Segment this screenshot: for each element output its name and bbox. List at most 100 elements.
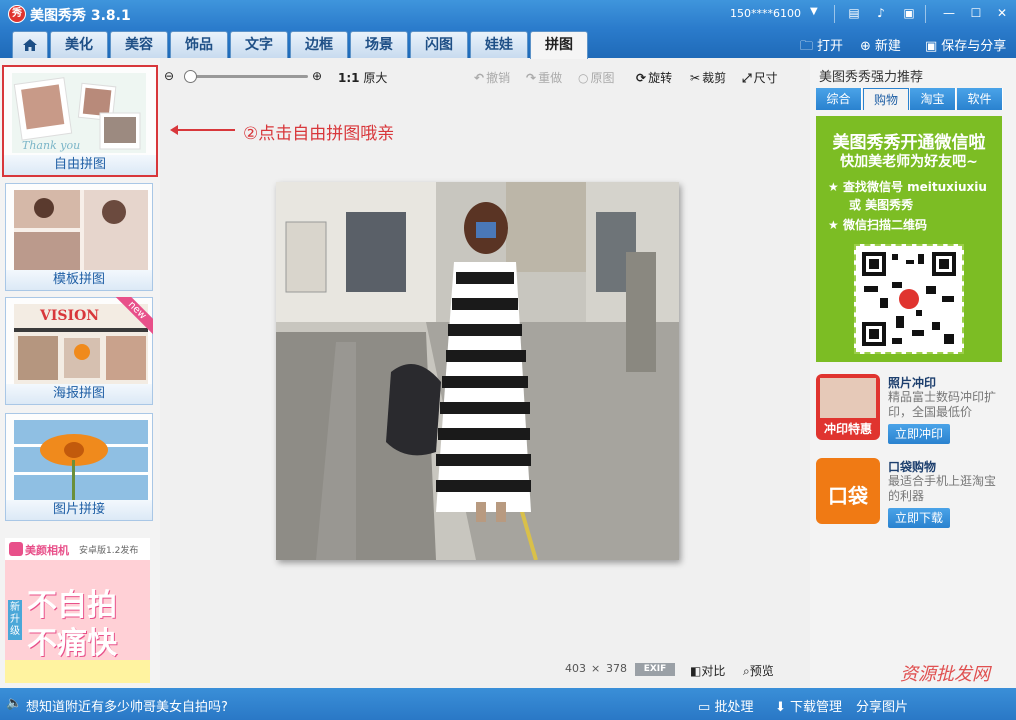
ad-tag: 新升级 — [8, 600, 22, 640]
edit-toolbar: ⊖ ⊕ 1:1 原大 ↶ 撤销 ↷ 重做 ○ 原图 ⟳ 旋转 ✂ 裁剪 ⤢ 尺寸 — [160, 58, 810, 98]
redo-icon: ↷ — [526, 71, 537, 85]
annotation-arrow — [175, 129, 235, 131]
compare-icon: ◧ — [690, 664, 702, 678]
minimize-button[interactable]: — — [940, 4, 958, 22]
ad-logo-icon — [9, 542, 23, 556]
tab-face[interactable]: 美容 — [110, 31, 168, 58]
template-collage-image — [14, 190, 148, 270]
pocket-shopping-title: 口袋购物 — [888, 460, 937, 474]
tab-flash[interactable]: 闪图 — [410, 31, 468, 58]
batch-button[interactable]: ▭ 批处理 — [698, 696, 753, 715]
open-button[interactable]: 🗀 打开 — [800, 35, 843, 59]
tab-doll[interactable]: 娃娃 — [470, 31, 528, 58]
free-collage-card[interactable]: Thank you 自由拼图 — [2, 65, 158, 177]
zoom-out-icon[interactable]: ⊖ — [164, 69, 174, 83]
tab-text[interactable]: 文字 — [230, 31, 288, 58]
meiyan-camera-ad[interactable]: 美颜相机 安卓版1.2发布 新升级 不自拍 不痛快 — [5, 538, 150, 683]
template-collage-card[interactable]: 模板拼图 — [5, 183, 153, 291]
tab-general[interactable]: 综合 — [816, 88, 862, 110]
ad-header: 美颜相机 安卓版1.2发布 — [5, 538, 150, 560]
skin-icon[interactable]: ▤ — [845, 4, 863, 22]
circle-icon: ○ — [578, 71, 589, 85]
photo-print-desc: 精品富士数码冲印扩印，全国最低价 — [888, 390, 997, 419]
qr-code-image — [862, 252, 956, 346]
new-badge: new — [113, 297, 153, 337]
rotate-button[interactable]: ⟳ 旋转 — [636, 69, 672, 86]
photo-print-promo[interactable]: 冲印特惠 照片冲印 精品富士数码冲印扩印，全国最低价 立即冲印 — [816, 374, 1006, 454]
plus-icon: ⊕ — [860, 39, 871, 54]
free-collage-thumb-text: Thank you — [22, 139, 80, 152]
preview-button[interactable]: ⌕预览 — [743, 662, 774, 679]
undo-icon: ↶ — [474, 71, 485, 85]
app-logo: 秀 — [8, 5, 26, 23]
image-stitch-card[interactable]: 图片拼接 — [5, 413, 153, 521]
status-tip-link[interactable]: 想知道附近有多少帅哥美女自拍吗? — [26, 696, 228, 715]
tab-frame[interactable]: 边框 — [290, 31, 348, 58]
divider — [834, 5, 835, 23]
poster-collage-card[interactable]: VISION new 海报拼图 — [5, 297, 153, 405]
annotation-text: ②点击自由拼图哦亲 — [243, 124, 395, 144]
exif-button[interactable]: EXIF — [635, 663, 675, 676]
street-photo — [276, 182, 679, 560]
save-share-button[interactable]: ▣ 保存与分享 — [925, 35, 1006, 54]
undo-button[interactable]: ↶ 撤销 — [474, 69, 510, 86]
pocket-shopping-desc: 最适合手机上逛淘宝的利器 — [888, 474, 997, 503]
tab-home[interactable] — [12, 31, 48, 58]
pocket-shopping-promo[interactable]: 口袋 口袋购物 最适合手机上逛淘宝的利器 立即下载 — [816, 458, 1006, 538]
account-dropdown-icon[interactable]: ▼ — [810, 6, 818, 17]
original-button[interactable]: ○ 原图 — [578, 69, 615, 86]
redo-button[interactable]: ↷ 重做 — [526, 69, 562, 86]
image-stitch-label: 图片拼接 — [6, 500, 152, 520]
resize-button[interactable]: ⤢ 尺寸 — [742, 69, 778, 86]
crop-button[interactable]: ✂ 裁剪 — [690, 69, 726, 86]
zoom-in-icon[interactable]: ⊕ — [312, 69, 322, 83]
tab-collage[interactable]: 拼图 — [530, 31, 588, 59]
image-stitch-thumbnail — [14, 420, 148, 500]
wechat-subline: 快加美老师为好友吧~ — [840, 154, 978, 170]
actual-size-button[interactable]: 1:1 原大 — [338, 69, 387, 86]
share-image-button[interactable]: 分享图片 — [856, 696, 908, 715]
menu-icon[interactable]: ▣ — [900, 4, 918, 22]
right-panel: 美图秀秀强力推荐 综合 购物 淘宝 软件 美图秀秀开通微信啦 快加美老师为好友吧… — [810, 58, 1016, 688]
speaker-icon[interactable]: 🔈 — [6, 696, 22, 711]
print-now-button[interactable]: 立即冲印 — [888, 424, 950, 444]
maximize-button[interactable]: ☐ — [967, 4, 985, 22]
close-button[interactable]: ✕ — [993, 4, 1011, 22]
status-bar: 🔈 想知道附近有多少帅哥美女自拍吗? ▭ 批处理 ⬇ 下载管理 分享图片 — [0, 688, 1016, 720]
bell-icon[interactable]: ♪ — [872, 4, 890, 22]
wechat-item-2: ★ 微信扫描二维码 — [828, 218, 927, 232]
poster-thumb-text: VISION — [39, 308, 99, 324]
title-bar: 秀 美图秀秀 3.8.1 150****6100 ▼ ▤ ♪ ▣ — ☐ ✕ — [0, 0, 1016, 28]
tab-shopping[interactable]: 购物 — [863, 88, 909, 110]
pocket-shopping-icon: 口袋 — [816, 458, 880, 524]
new-button[interactable]: ⊕ 新建 — [860, 35, 901, 54]
account-label[interactable]: 150****6100 — [730, 7, 801, 20]
wechat-ad[interactable]: 美图秀秀开通微信啦 快加美老师为好友吧~ ★ 查找微信号 meituxiuxiu… — [816, 116, 1002, 362]
template-collage-thumbnail — [14, 190, 148, 270]
photo-print-icon: 冲印特惠 — [816, 374, 880, 440]
template-collage-label: 模板拼图 — [6, 270, 152, 290]
qr-code — [854, 244, 964, 354]
download-manager-button[interactable]: ⬇ 下载管理 — [775, 696, 842, 715]
tab-scene[interactable]: 场景 — [350, 31, 408, 58]
divider — [925, 5, 926, 23]
tab-beautify[interactable]: 美化 — [50, 31, 108, 58]
left-panel: Thank you 自由拼图 模板拼图 VISION new 海报拼图 图片拼接… — [0, 58, 160, 688]
ad-line-2: 不痛快 — [27, 626, 117, 661]
download-icon: ⬇ — [775, 700, 786, 715]
compare-button[interactable]: ◧对比 — [690, 662, 725, 679]
wechat-item-1b: 或 美图秀秀 — [849, 198, 914, 212]
times-sign: × — [591, 662, 601, 675]
tab-accessories[interactable]: 饰品 — [170, 31, 228, 58]
zoom-slider[interactable] — [188, 75, 308, 78]
app-title: 美图秀秀 3.8.1 — [30, 8, 131, 24]
download-now-button[interactable]: 立即下载 — [888, 508, 950, 528]
photo-canvas[interactable] — [276, 182, 679, 560]
watermark: 资源批发网 — [900, 664, 990, 685]
ad-bottom-strip — [5, 660, 150, 683]
rotate-icon: ⟳ — [636, 71, 647, 85]
folder-icon: 🗀 — [800, 39, 814, 54]
tab-taobao[interactable]: 淘宝 — [910, 88, 956, 110]
zoom-slider-handle[interactable] — [184, 70, 197, 83]
tab-software[interactable]: 软件 — [957, 88, 1003, 110]
